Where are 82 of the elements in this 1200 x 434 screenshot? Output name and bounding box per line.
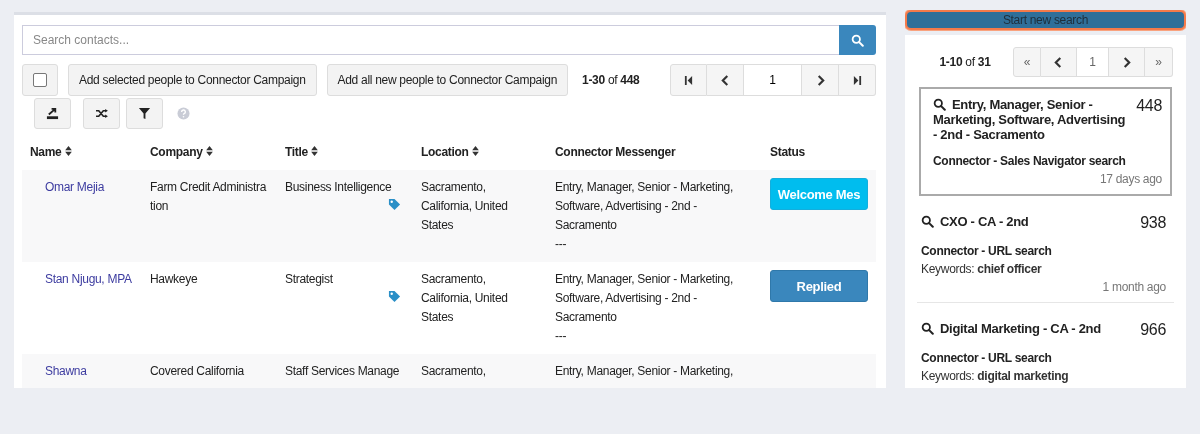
search-count: 1-10 of 31 [938, 55, 992, 69]
result-count: 1-30 of 448 [582, 73, 640, 87]
column-header: Connector Messenger [555, 145, 676, 159]
location-text: Sacramento, [421, 363, 487, 380]
job-title-text: Strategist [285, 271, 334, 288]
sort-icon[interactable] [205, 146, 213, 156]
job-title-text: Staff Services Manage [285, 363, 401, 380]
search-icon [933, 98, 946, 111]
chevron-right-icon [1122, 56, 1131, 68]
company-text: Hawkeye [150, 271, 199, 288]
contact-name-link[interactable]: Omar Mejia [45, 178, 104, 197]
shuffle-icon [95, 108, 108, 119]
export-icon [46, 107, 59, 120]
saved-search-card[interactable]: Digital Marketing - CA - 2nd 966 Connector - URL search Keywords: digital marketing [917, 313, 1174, 388]
messenger-text: Entry, Manager, Senior - Marketing, Software, Advertising - 2nd - Sacramento [555, 179, 735, 234]
search-type: Connector - Sales Navigator search [933, 154, 1127, 168]
chevron-left-icon [1054, 56, 1063, 68]
last-page-button[interactable]: » [1145, 47, 1173, 77]
column-header: Status [770, 145, 805, 159]
search-title: CXO - CA - 2nd [921, 214, 1133, 229]
column-header[interactable]: Name [30, 145, 62, 159]
note-text: --- [555, 328, 568, 345]
chevron-left-icon [720, 74, 730, 86]
skip-first-icon [684, 74, 693, 86]
messenger-text: Entry, Manager, Senior - Marketing, [555, 363, 735, 380]
filter-icon [138, 107, 151, 120]
search-icon [921, 322, 934, 335]
search-time: 17 days ago [1098, 172, 1162, 186]
skip-last-icon [852, 74, 862, 86]
contact-name-link[interactable]: Shawna [45, 362, 87, 381]
first-page-button[interactable] [670, 64, 707, 96]
column-header[interactable]: Title [285, 145, 308, 159]
search-icon [851, 33, 864, 47]
saved-search-card[interactable]: CXO - CA - 2nd 938 Connector - URL search Keywords: chief officer 1 month ago [917, 206, 1174, 303]
search-type: Connector - URL search [921, 351, 1053, 365]
next-page-button[interactable] [1109, 47, 1145, 77]
page-field[interactable]: 1 [1077, 47, 1109, 77]
search-title: Entry, Manager, Senior - Marketing, Software, Advertising - 2nd - Sacramento [933, 97, 1127, 142]
location-text: Sacramento, California, United States [421, 179, 509, 234]
search-field[interactable]: Search contacts... [22, 25, 839, 55]
keywords-label: Keywords: [921, 262, 975, 276]
previous-page-button[interactable] [707, 64, 744, 96]
add-to-campaign-button[interactable]: Add all new people to Connector Campaign [326, 64, 568, 96]
shuffle-button[interactable] [83, 98, 120, 129]
result-count: 448 [1136, 97, 1162, 115]
company-text: Covered California [150, 363, 245, 380]
saved-search-card[interactable]: Entry, Manager, Senior - Marketing, Software, Advertising - 2nd - Sacramento 448 Connector - Sales Navigator search 17 days ago [919, 87, 1172, 196]
next-page-button[interactable] [802, 64, 839, 96]
location-text: Sacramento, California, United States [421, 271, 509, 326]
result-count: 966 [1140, 321, 1166, 339]
tag-icon [388, 290, 401, 303]
search-type: Connector - URL search [921, 244, 1053, 258]
tag-icon [388, 198, 401, 211]
sort-icon[interactable] [64, 146, 72, 156]
keywords-value: digital marketing [977, 369, 1069, 383]
first-page-button[interactable]: « [1013, 47, 1041, 77]
sort-icon[interactable] [311, 146, 318, 156]
keywords-label: Keywords: [921, 369, 975, 383]
sort-icon[interactable] [471, 146, 479, 156]
export-button[interactable] [34, 98, 71, 129]
column-header[interactable]: Company [150, 145, 203, 159]
search-title: Digital Marketing - CA - 2nd [921, 321, 1133, 336]
last-page-button[interactable] [839, 64, 876, 96]
filter-button[interactable] [126, 98, 163, 129]
result-count: 938 [1140, 214, 1166, 232]
select-all-button[interactable] [22, 64, 58, 96]
job-title-text: Business Intelligence [285, 179, 393, 196]
keywords-value: chief officer [977, 262, 1042, 276]
previous-page-button[interactable] [1041, 47, 1077, 77]
chevron-right-icon [815, 74, 825, 86]
search-button[interactable] [839, 25, 876, 55]
messenger-text: Entry, Manager, Senior - Marketing, Software, Advertising - 2nd - Sacramento [555, 271, 735, 326]
select-all-checkbox[interactable] [33, 73, 47, 87]
search-icon [921, 215, 934, 228]
note-text: --- [555, 236, 568, 253]
status-button[interactable]: Replied [770, 270, 868, 302]
company-text: Farm Credit Administration [150, 179, 268, 215]
add-to-campaign-button[interactable]: Add selected people to Connector Campaign [68, 64, 317, 96]
page-field[interactable]: 1 [744, 64, 802, 96]
contact-name-link[interactable]: Stan Njugu, MPA [45, 270, 132, 289]
column-header[interactable]: Location [421, 145, 469, 159]
search-time: 1 month ago [1101, 280, 1166, 294]
